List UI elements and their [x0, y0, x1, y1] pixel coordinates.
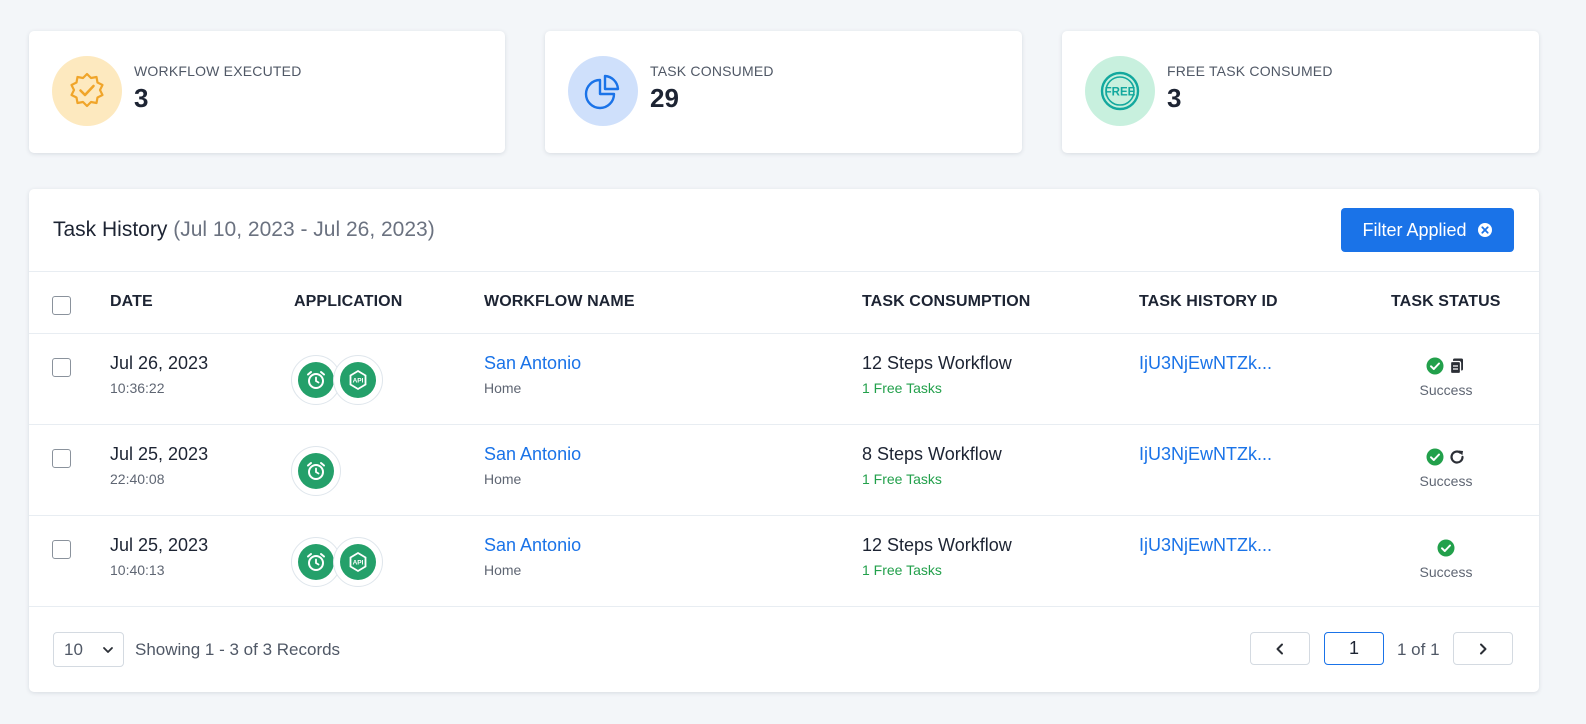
- divider: [29, 515, 1539, 516]
- row-checkbox[interactable]: [52, 358, 71, 377]
- task-history-id-link[interactable]: IjU3NjEwNTZk...: [1139, 353, 1272, 374]
- next-page-button[interactable]: [1453, 632, 1513, 665]
- status-cell: Success: [1399, 538, 1493, 580]
- row-checkbox[interactable]: [52, 540, 71, 559]
- date-cell: Jul 25, 2023 10:40:13: [110, 535, 208, 578]
- date: Jul 26, 2023: [110, 353, 209, 373]
- page-count: 1 of 1: [1397, 640, 1440, 659]
- filter-label: Filter Applied: [1362, 219, 1467, 240]
- consumption-cell: 8 Steps Workflow 1 Free Tasks: [862, 444, 1002, 487]
- date: Jul 25, 2023: [110, 535, 209, 555]
- badge-check-icon: [52, 56, 122, 126]
- select-all-checkbox[interactable]: [52, 296, 71, 315]
- divider: [29, 333, 1539, 334]
- pie-chart-icon: [568, 56, 638, 126]
- date-cell: Jul 26, 2023 10:36:22: [110, 353, 208, 396]
- chevron-left-icon: [1276, 643, 1283, 654]
- workflow-folder: Home: [484, 380, 522, 396]
- status-text: Success: [1419, 473, 1473, 489]
- row-checkbox[interactable]: [52, 449, 71, 468]
- records-summary: Showing 1 - 3 of 3 Records: [135, 640, 341, 659]
- status-text: Success: [1419, 564, 1473, 580]
- title-text: Task History: [53, 218, 168, 241]
- task-history-panel: Task History (Jul 10, 2023 - Jul 26, 202…: [29, 189, 1539, 692]
- page-title: Task History (Jul 10, 2023 - Jul 26, 202…: [53, 218, 435, 242]
- svg-text:FREE: FREE: [1105, 87, 1136, 99]
- success-check-icon: [1426, 448, 1444, 466]
- time: 10:40:13: [110, 562, 165, 578]
- stat-value: 3: [134, 83, 149, 113]
- workflow-cell: San Antonio Home: [484, 353, 581, 396]
- stat-label: TASK CONSUMED: [650, 63, 774, 79]
- workflow-name-link[interactable]: San Antonio: [484, 444, 581, 465]
- workflow-folder: Home: [484, 562, 522, 578]
- date: Jul 25, 2023: [110, 444, 209, 464]
- free-tasks: 1 Free Tasks: [862, 562, 942, 578]
- page-number-input[interactable]: [1324, 632, 1384, 665]
- prev-page-button[interactable]: [1250, 632, 1310, 665]
- date-range: (Jul 10, 2023 - Jul 26, 2023): [173, 218, 435, 241]
- stat-card-free-task-consumed: FREE FREE TASK CONSUMED 3: [1062, 31, 1539, 153]
- copy-icon[interactable]: [1448, 357, 1466, 375]
- workflow-name-link[interactable]: San Antonio: [484, 353, 581, 374]
- column-header-application[interactable]: APPLICATION: [294, 293, 402, 311]
- divider: [29, 424, 1539, 425]
- page-size-select[interactable]: 10: [53, 632, 124, 667]
- svg-text:API: API: [353, 560, 364, 567]
- column-header-task-consumption[interactable]: TASK CONSUMPTION: [862, 293, 1030, 311]
- consumption-cell: 12 Steps Workflow 1 Free Tasks: [862, 353, 1012, 396]
- status-cell: Success: [1399, 356, 1493, 398]
- column-header-workflow-name[interactable]: WORKFLOW NAME: [484, 293, 635, 311]
- time: 22:40:08: [110, 471, 165, 487]
- svg-text:API: API: [353, 378, 364, 385]
- chevron-right-icon: [1480, 643, 1487, 654]
- date-cell: Jul 25, 2023 22:40:08: [110, 444, 208, 487]
- retry-icon[interactable]: [1448, 448, 1466, 466]
- chevron-down-icon: [103, 647, 113, 653]
- free-tasks: 1 Free Tasks: [862, 471, 942, 487]
- column-header-date[interactable]: DATE: [110, 293, 153, 311]
- free-tasks: 1 Free Tasks: [862, 380, 942, 396]
- workflow-cell: San Antonio Home: [484, 535, 581, 578]
- stat-card-task-consumed: TASK CONSUMED 29: [545, 31, 1022, 153]
- stat-label: WORKFLOW EXECUTED: [134, 63, 302, 79]
- workflow-folder: Home: [484, 471, 522, 487]
- free-stamp-icon: FREE: [1085, 56, 1155, 126]
- status-cell: Success: [1399, 447, 1493, 489]
- steps-count: 8 Steps Workflow: [862, 444, 1002, 464]
- api-icon[interactable]: API: [333, 537, 383, 587]
- steps-count: 12 Steps Workflow: [862, 535, 1012, 555]
- consumption-cell: 12 Steps Workflow 1 Free Tasks: [862, 535, 1012, 578]
- workflow-cell: San Antonio Home: [484, 444, 581, 487]
- success-check-icon: [1437, 539, 1455, 557]
- task-history-id-link[interactable]: IjU3NjEwNTZk...: [1139, 444, 1272, 465]
- filter-applied-button[interactable]: Filter Applied: [1341, 208, 1514, 252]
- stat-value: 3: [1167, 83, 1182, 113]
- success-check-icon: [1426, 357, 1444, 375]
- time: 10:36:22: [110, 380, 165, 396]
- clear-filter-icon[interactable]: [1477, 222, 1493, 238]
- column-header-task-history-id[interactable]: TASK HISTORY ID: [1139, 293, 1278, 311]
- column-header-task-status[interactable]: TASK STATUS: [1391, 293, 1501, 311]
- stat-label: FREE TASK CONSUMED: [1167, 63, 1333, 79]
- task-history-id-link[interactable]: IjU3NjEwNTZk...: [1139, 535, 1272, 556]
- stat-value: 29: [650, 83, 679, 113]
- page-size-value: 10: [64, 639, 83, 659]
- workflow-name-link[interactable]: San Antonio: [484, 535, 581, 556]
- steps-count: 12 Steps Workflow: [862, 353, 1012, 373]
- alarm-clock-icon[interactable]: [291, 446, 341, 496]
- stat-card-workflow-executed: WORKFLOW EXECUTED 3: [29, 31, 505, 153]
- status-text: Success: [1419, 382, 1473, 398]
- divider: [29, 606, 1539, 607]
- panel-header: Task History (Jul 10, 2023 - Jul 26, 202…: [29, 189, 1539, 272]
- api-icon[interactable]: API: [333, 355, 383, 405]
